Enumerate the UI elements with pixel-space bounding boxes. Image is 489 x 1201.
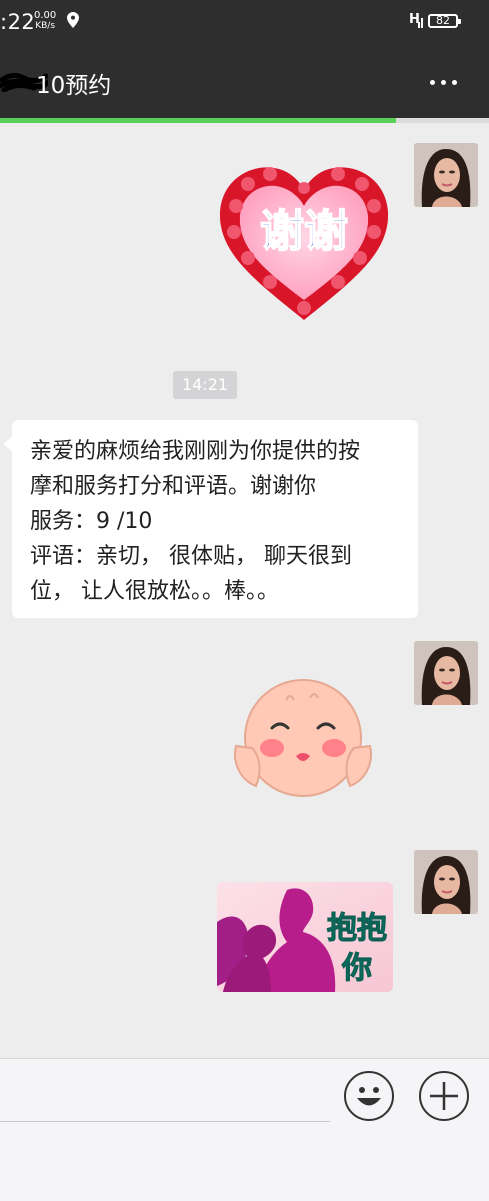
- message-line: 评语：亲切， 很体贴， 聊天很到: [30, 544, 352, 569]
- sticker-text: 谢谢: [260, 206, 348, 257]
- network-speed: 0.00 KB/s: [34, 10, 56, 32]
- emoji-button[interactable]: [344, 1071, 394, 1121]
- avatar[interactable]: [414, 641, 478, 705]
- status-bar: :22 0.00 KB/s H 82: [0, 0, 489, 44]
- more-icon-dot: [452, 80, 457, 85]
- message-bubble[interactable]: 亲爱的麻烦给我刚刚为你提供的按 摩和服务打分和评语。谢谢你 服务：9 /10 评…: [3, 420, 418, 618]
- baby-face-icon: [234, 679, 372, 797]
- avatar[interactable]: [414, 850, 478, 914]
- chat-header: 10预约: [0, 44, 489, 120]
- location-pin-icon: [67, 12, 79, 28]
- more-icon-dot: [441, 80, 446, 85]
- loading-progress-fill: [0, 118, 397, 123]
- sticker-text: 你: [341, 951, 372, 986]
- sticker-text: 抱抱: [327, 911, 387, 946]
- message-line: 亲爱的麻烦给我刚刚为你提供的按: [30, 439, 361, 464]
- status-time: :22: [0, 10, 36, 34]
- avatar[interactable]: [414, 143, 478, 207]
- hug-icon: 抱抱 你: [217, 882, 393, 992]
- plus-icon: [430, 1082, 458, 1110]
- more-button[interactable]: [418, 66, 468, 98]
- battery-level: 82: [436, 14, 450, 27]
- loading-progress-bar: [0, 118, 489, 123]
- battery-icon: 82: [428, 14, 461, 28]
- signal-icon: [418, 18, 423, 28]
- avatar-photo: [414, 850, 478, 914]
- hug-sticker[interactable]: 抱抱 你: [217, 882, 393, 992]
- emoji-icon: [357, 1087, 381, 1106]
- more-icon: [430, 80, 435, 85]
- message-timestamp: 14:21: [173, 371, 237, 399]
- heart-icon: 谢谢: [219, 167, 389, 320]
- input-bar: [0, 1058, 489, 1201]
- baby-face-sticker[interactable]: [230, 676, 376, 800]
- message-line: 位， 让人很放松。。棒。。: [30, 579, 279, 604]
- avatar-photo: [414, 641, 478, 705]
- message-line: 服务：9 /10: [30, 509, 153, 534]
- network-speed-unit: KB/s: [35, 21, 56, 31]
- message-line: 摩和服务打分和评语。谢谢你: [30, 474, 317, 499]
- avatar-photo: [414, 143, 478, 207]
- plus-button[interactable]: [419, 1071, 469, 1121]
- message-input[interactable]: [0, 1121, 330, 1122]
- network-speed-value: 0.00: [34, 10, 57, 21]
- thank-you-heart-sticker[interactable]: 谢谢: [214, 160, 394, 326]
- chat-title: 10预约: [36, 73, 112, 99]
